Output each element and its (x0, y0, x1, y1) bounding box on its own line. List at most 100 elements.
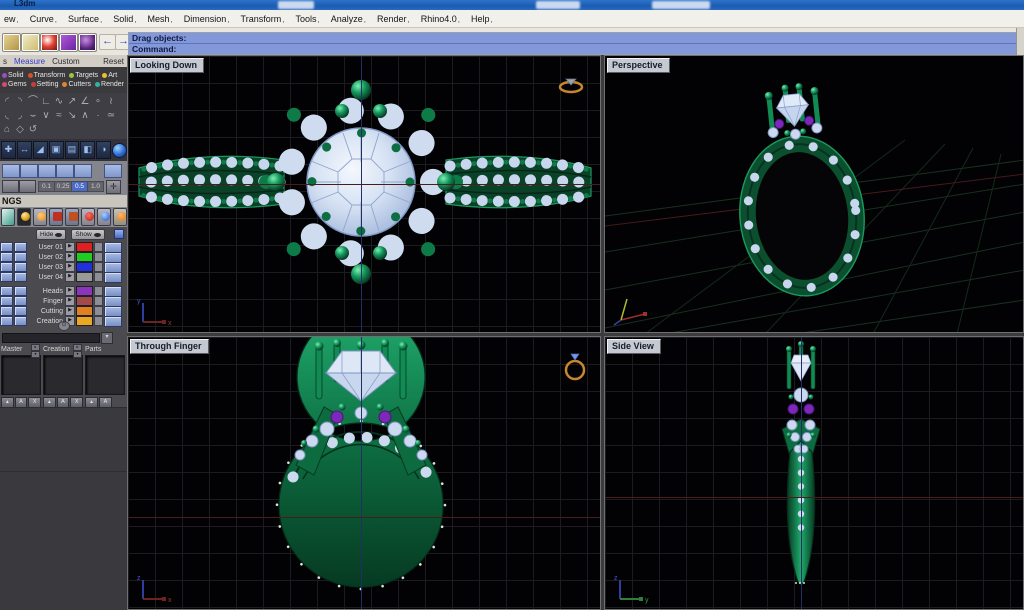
layer-color-swatch[interactable] (76, 316, 93, 326)
layer-state-button[interactable] (0, 242, 13, 252)
menu-item-solid[interactable]: Solid, (113, 14, 136, 24)
category-render[interactable]: Render (95, 81, 124, 88)
saturn-icon[interactable] (78, 33, 97, 52)
tab-measure[interactable]: Measure (14, 57, 45, 66)
curve-tool-icon[interactable]: ∠ (79, 95, 91, 108)
curve-tool-icon[interactable]: ∟ (40, 95, 52, 108)
layer-mini-button[interactable] (94, 272, 103, 282)
gumball-button[interactable] (2, 180, 19, 193)
menu-item-help[interactable]: Help, (471, 14, 493, 24)
container-icon[interactable] (21, 33, 40, 52)
cube-purple-icon[interactable] (59, 33, 78, 52)
layer-state-button[interactable] (0, 306, 13, 316)
layer-expand-button[interactable]: ▶ (65, 272, 75, 282)
apply-button[interactable]: A (99, 397, 112, 408)
split-tool-icon[interactable]: ◧ (80, 141, 95, 159)
curve-tool-icon[interactable]: ∿ (53, 95, 65, 108)
curve-tool-icon[interactable]: · (92, 109, 104, 122)
curve-tool-icon[interactable]: ⌣ (27, 109, 39, 122)
move-tool-icon[interactable]: ✚ (1, 141, 16, 159)
add-button[interactable]: ▴ (43, 397, 56, 408)
layer-state-button[interactable] (0, 286, 13, 296)
viewport-title[interactable]: Through Finger (130, 339, 209, 354)
layer-lock-button[interactable] (14, 316, 27, 326)
show-button[interactable]: Show (71, 229, 104, 240)
layer-state-button[interactable] (0, 252, 13, 262)
snap-value-selected[interactable]: 0.5 (71, 181, 88, 192)
layer-lock-button[interactable] (14, 306, 27, 316)
layer-lock-button[interactable] (14, 242, 27, 252)
viewport-title[interactable]: Side View (607, 339, 661, 354)
category-setting[interactable]: Setting (31, 81, 59, 88)
layer-lock-button[interactable] (14, 262, 27, 272)
person-icon[interactable] (113, 208, 127, 226)
reset-button[interactable]: Reset (103, 57, 124, 66)
gold-sphere-icon[interactable] (17, 208, 31, 226)
layer-expand-button[interactable]: ▶ (65, 252, 75, 262)
delete-button[interactable]: X (70, 397, 83, 408)
tab-custom[interactable]: Custom (52, 57, 80, 66)
layer-color-swatch[interactable] (76, 272, 93, 282)
box-icon[interactable] (2, 33, 21, 52)
hide-button[interactable]: Hide (36, 229, 66, 240)
viewport-looking-down[interactable]: Looking Down y x (127, 55, 601, 333)
snap-value-option[interactable]: 0.1 (38, 181, 55, 192)
array-tool-icon[interactable]: ▤ (65, 141, 80, 159)
category-transform[interactable]: Transform (28, 72, 66, 79)
curve-tool-icon[interactable]: ∧ (79, 109, 91, 122)
snap-value-option[interactable]: 0.25 (54, 181, 72, 192)
viewport-through-finger[interactable]: Through Finger z x (127, 336, 601, 610)
menu-item-mesh[interactable]: Mesh, (148, 14, 173, 24)
snap-toggle-button[interactable] (20, 164, 38, 178)
library-list-master[interactable] (1, 355, 41, 395)
layer-state-button[interactable] (0, 262, 13, 272)
stop-icon[interactable] (81, 208, 95, 226)
category-targets[interactable]: Targets (69, 72, 98, 79)
curve-tool-icon[interactable]: ↘ (66, 109, 78, 122)
menu-item-surface[interactable]: Surface, (68, 14, 102, 24)
library-list-creation[interactable] (43, 355, 83, 395)
title-bar[interactable]: L3dm (0, 0, 1024, 10)
add-button[interactable]: ▴ (85, 397, 98, 408)
export-icon[interactable] (49, 208, 63, 226)
snap-toggle-button[interactable] (2, 164, 20, 178)
column-down-button[interactable]: ▾ (73, 351, 82, 358)
layer-state-button[interactable] (0, 316, 13, 326)
layer-material-button[interactable] (104, 316, 122, 327)
column-up-button[interactable]: ▸ (31, 344, 40, 351)
viewport-title[interactable]: Looking Down (130, 58, 204, 73)
snap-toggle-button[interactable] (74, 164, 92, 178)
snap-value-option[interactable]: 1.0 (87, 181, 104, 192)
category-gems[interactable]: Gems (2, 81, 27, 88)
layer-expand-button[interactable]: ▶ (65, 262, 75, 272)
layer-panel-collapse-button[interactable]: ⊙ (58, 321, 70, 331)
curve-tool-icon[interactable]: ⌒ (27, 95, 39, 108)
apply-button[interactable]: A (15, 397, 28, 408)
shade-tool-icon[interactable]: ◑ (96, 141, 111, 159)
menu-item-transform[interactable]: Transform, (241, 14, 285, 24)
curve-tool-icon[interactable]: ≈ (53, 109, 65, 122)
corner-tool-icon[interactable]: ◢ (33, 141, 48, 159)
command-prompt-input[interactable]: Command: (129, 43, 1023, 54)
curve-tool-icon[interactable]: ∘ (92, 95, 104, 108)
snap-toggle-button[interactable] (38, 164, 56, 178)
menu-item-render[interactable]: Render, (377, 14, 410, 24)
library-list-parts[interactable] (85, 355, 125, 395)
layer-mini-button[interactable] (94, 296, 103, 306)
column-up-button[interactable]: ▸ (73, 344, 82, 351)
curve-tool-icon[interactable]: ∨ (40, 109, 52, 122)
curve-tool-icon[interactable]: ≃ (105, 109, 117, 122)
menu-item-curve[interactable]: Curve, (30, 14, 57, 24)
dropdown-arrow-button[interactable]: ▾ (101, 332, 113, 344)
mirror-tool-icon[interactable]: ▣ (49, 141, 64, 159)
layer-lock-button[interactable] (14, 252, 27, 262)
layer-lock-button[interactable] (14, 286, 27, 296)
layer-mini-button[interactable] (94, 252, 103, 262)
curve-tool-icon[interactable]: ◇ (14, 123, 26, 136)
category-art[interactable]: Art (102, 72, 117, 79)
curve-tool-icon[interactable]: ◟ (1, 109, 13, 122)
snap-toggle-button[interactable] (56, 164, 74, 178)
layer-state-button[interactable] (0, 272, 13, 282)
layer-expand-button[interactable]: ▶ (65, 296, 75, 306)
menu-item-rhino40[interactable]: Rhino4.0, (421, 14, 460, 24)
